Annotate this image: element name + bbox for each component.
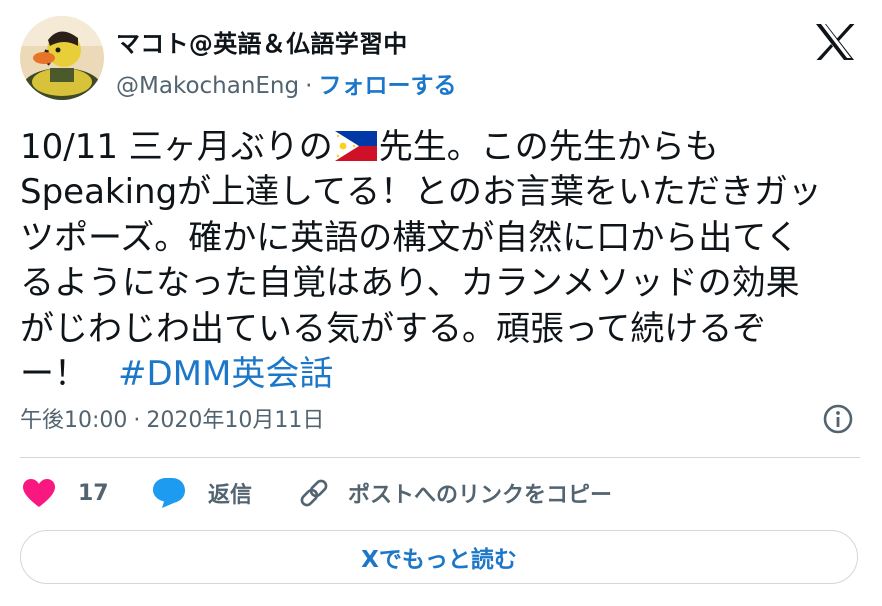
divider [20, 457, 860, 458]
like-button[interactable]: 17 [22, 474, 109, 512]
follow-link[interactable]: フォローする [318, 73, 456, 99]
post-text-line: るようになった自覚はあり、カランメソッドの効果 [20, 263, 800, 304]
reply-label: 返信 [208, 483, 253, 508]
post-timestamp[interactable]: 午後10:00 · 2020年10月11日 [20, 402, 324, 434]
author-handle[interactable]: @MakochanEng [116, 73, 299, 99]
read-more-button[interactable]: Xでもっと読む [20, 530, 858, 584]
read-more-label: Xでもっと読む [361, 547, 517, 573]
post-text-segment: ー！ [20, 353, 88, 394]
timestamp-separator: · [133, 408, 141, 433]
copy-link-label: ポストへのリンクをコピー [348, 483, 613, 508]
heart-icon [23, 479, 55, 507]
info-icon[interactable] [822, 403, 854, 435]
link-icon [300, 479, 328, 507]
author-display-name[interactable]: マコト@英語＆仏語学習中 [116, 24, 408, 59]
philippines-flag-icon [334, 131, 377, 161]
post-text-segment: 先生。この先生からも [378, 127, 719, 167]
reply-button[interactable]: 返信 [152, 474, 252, 512]
post-text: 10/11 三ヶ月ぶりの 先生。この先生からも Speakingが上達してる！との… [20, 125, 870, 397]
post-time: 午後10:00 [20, 408, 128, 433]
author-handle-row: @MakochanEng · フォローする [116, 66, 456, 100]
post-text-line: がじわじわ出ている気がする。頑張って続けるぞ [20, 308, 767, 349]
post-text-line: 10/11 三ヶ月ぶりの 先生。この先生からも [20, 125, 870, 170]
post-date: 2020年10月11日 [146, 408, 325, 433]
post-text-line: Speakingが上達してる！とのお言葉をいただきガッ [20, 172, 822, 213]
avatar[interactable] [20, 16, 104, 100]
post-text-segment: 10/11 三ヶ月ぶりの [20, 127, 333, 167]
rubber-duck-avatar-icon [20, 16, 104, 100]
embedded-post-card: マコト@英語＆仏語学習中 @MakochanEng · フォローする 10/11 三… [0, 0, 882, 606]
copy-link-button[interactable]: ポストへのリンクをコピー [298, 474, 612, 512]
x-logo-icon[interactable] [813, 22, 857, 62]
post-text-line: ツポーズ。確かに英語の構文が自然に口から出てく [20, 217, 800, 258]
handle-separator: · [305, 73, 313, 99]
post-text-line: ー！ #DMM英会話 [20, 352, 870, 397]
hashtag-link[interactable]: #DMM英会話 [118, 354, 333, 394]
speech-bubble-icon [153, 478, 185, 508]
like-count: 17 [78, 480, 109, 506]
